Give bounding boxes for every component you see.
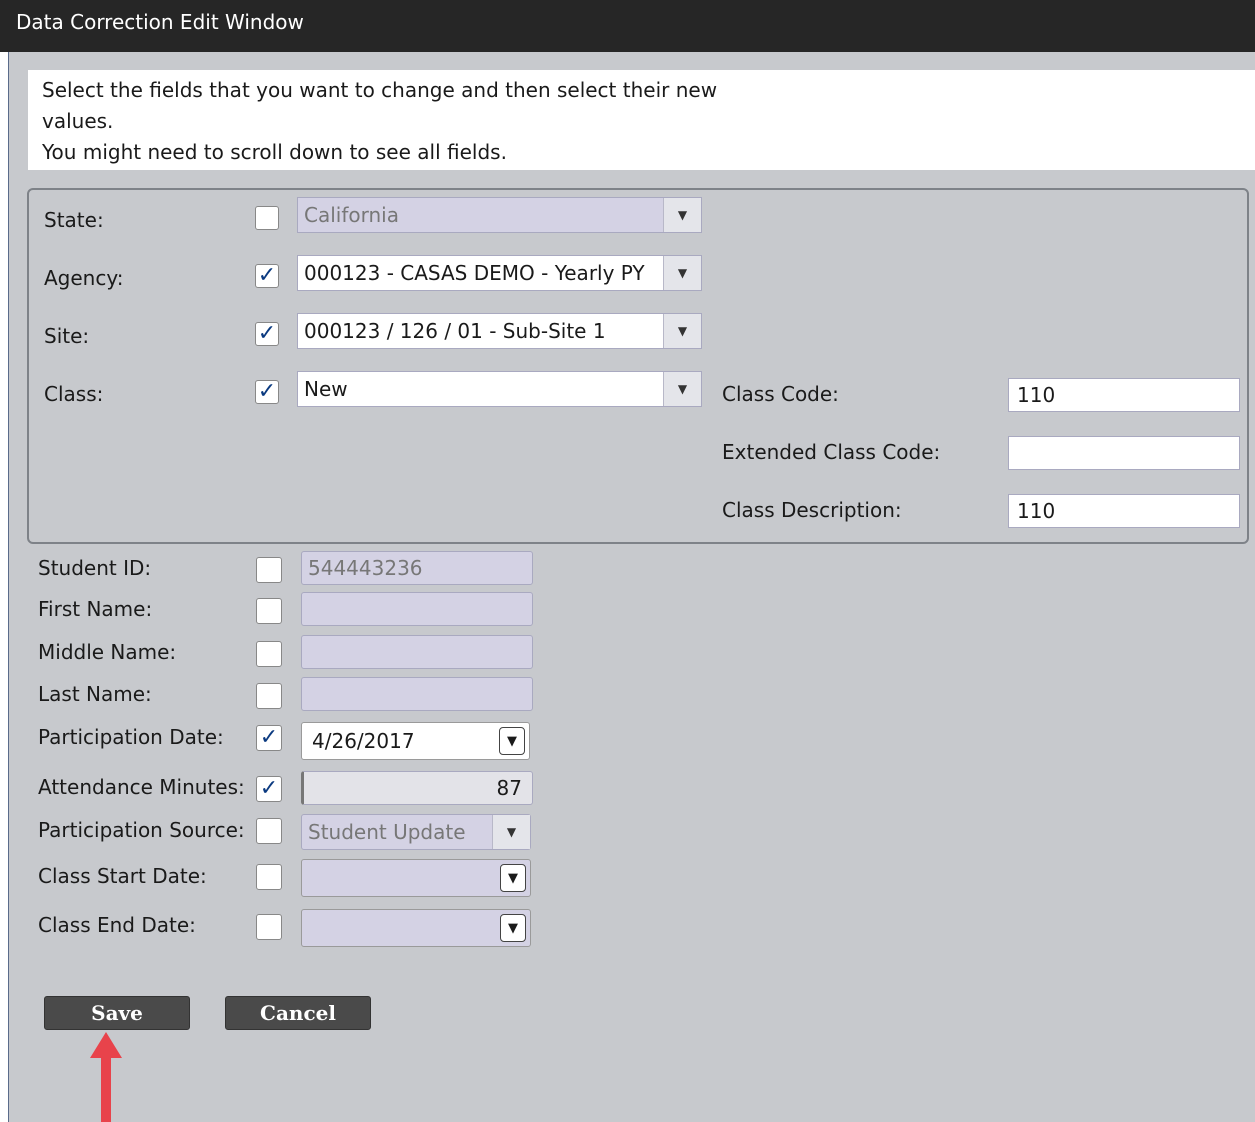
- class-end-date-label: Class End Date:: [38, 913, 196, 937]
- cancel-button[interactable]: Cancel: [225, 996, 371, 1030]
- class-checkbox[interactable]: ✓: [255, 378, 279, 404]
- state-value: California: [304, 203, 399, 227]
- participation-source-dropdown[interactable]: Student Update ▼: [301, 814, 531, 850]
- class-end-date-checkbox[interactable]: [256, 914, 282, 940]
- last-name-label: Last Name:: [38, 682, 152, 706]
- class-start-date-label: Class Start Date:: [38, 864, 207, 888]
- participation-source-value: Student Update: [308, 820, 466, 844]
- student-id-label: Student ID:: [38, 556, 152, 580]
- calendar-dropdown-icon[interactable]: ▼: [499, 727, 525, 755]
- site-checkbox[interactable]: ✓: [255, 320, 279, 346]
- instructions-line-3: You might need to scroll down to see all…: [42, 140, 507, 164]
- first-name-label: First Name:: [38, 597, 153, 621]
- chevron-down-icon[interactable]: ▼: [663, 198, 701, 232]
- window-title: Data Correction Edit Window: [16, 10, 304, 34]
- student-id-input[interactable]: 544443236: [301, 551, 533, 585]
- class-group-box: [27, 188, 1249, 544]
- class-end-date-picker[interactable]: ▼: [301, 909, 531, 947]
- site-dropdown[interactable]: 000123 / 126 / 01 - Sub-Site 1 ▼: [297, 313, 702, 349]
- site-value: 000123 / 126 / 01 - Sub-Site 1: [304, 319, 606, 343]
- first-name-input[interactable]: [301, 592, 533, 626]
- chevron-down-icon[interactable]: ▼: [492, 815, 530, 849]
- class-dropdown[interactable]: New ▼: [297, 371, 702, 407]
- chevron-down-icon[interactable]: ▼: [663, 372, 701, 406]
- extended-class-code-input[interactable]: [1008, 436, 1240, 470]
- class-value: New: [304, 377, 348, 401]
- window-titlebar: Data Correction Edit Window: [0, 0, 1255, 52]
- agency-dropdown[interactable]: 000123 - CASAS DEMO - Yearly PY ▼: [297, 255, 702, 291]
- middle-name-checkbox[interactable]: [256, 641, 282, 667]
- check-icon: ✓: [259, 724, 279, 750]
- agency-label: Agency:: [44, 266, 124, 290]
- student-id-checkbox[interactable]: [256, 557, 282, 583]
- last-name-input[interactable]: [301, 677, 533, 711]
- state-label: State:: [44, 208, 104, 232]
- check-icon: ✓: [257, 262, 277, 288]
- attendance-minutes-input[interactable]: 87: [301, 771, 533, 805]
- check-icon: ✓: [257, 378, 277, 404]
- middle-name-input[interactable]: [301, 635, 533, 669]
- class-start-date-checkbox[interactable]: [256, 864, 282, 890]
- state-checkbox[interactable]: [255, 206, 279, 230]
- attendance-minutes-label: Attendance Minutes:: [38, 775, 245, 799]
- calendar-dropdown-icon[interactable]: ▼: [500, 864, 526, 892]
- last-name-checkbox[interactable]: [256, 683, 282, 709]
- class-label: Class:: [44, 382, 104, 406]
- class-start-date-picker[interactable]: ▼: [301, 859, 531, 897]
- save-button[interactable]: Save: [44, 996, 190, 1030]
- participation-date-checkbox[interactable]: ✓: [256, 725, 282, 751]
- check-icon: ✓: [259, 775, 279, 801]
- participation-source-checkbox[interactable]: [256, 818, 282, 844]
- participation-source-label: Participation Source:: [38, 818, 245, 842]
- chevron-down-icon[interactable]: ▼: [663, 256, 701, 290]
- instructions-line-2: values.: [42, 109, 114, 133]
- agency-value: 000123 - CASAS DEMO - Yearly PY: [304, 261, 645, 285]
- participation-date-label: Participation Date:: [38, 725, 224, 749]
- calendar-dropdown-icon[interactable]: ▼: [500, 914, 526, 942]
- red-arrow-annotation-icon: [90, 1032, 122, 1122]
- instructions-line-1: Select the fields that you want to chang…: [42, 78, 718, 102]
- instructions-panel: Select the fields that you want to chang…: [28, 70, 1255, 170]
- class-code-label: Class Code:: [722, 382, 839, 406]
- attendance-minutes-checkbox[interactable]: ✓: [256, 776, 282, 802]
- first-name-checkbox[interactable]: [256, 598, 282, 624]
- participation-date-picker[interactable]: 4/26/2017 ▼: [301, 722, 530, 760]
- state-dropdown[interactable]: California ▼: [297, 197, 702, 233]
- class-code-input[interactable]: 110: [1008, 378, 1240, 412]
- site-label: Site:: [44, 324, 90, 348]
- participation-date-value: 4/26/2017: [312, 729, 415, 753]
- class-description-label: Class Description:: [722, 498, 902, 522]
- middle-name-label: Middle Name:: [38, 640, 177, 664]
- chevron-down-icon[interactable]: ▼: [663, 314, 701, 348]
- agency-checkbox[interactable]: ✓: [255, 262, 279, 288]
- extended-class-code-label: Extended Class Code:: [722, 440, 941, 464]
- class-description-input[interactable]: 110: [1008, 494, 1240, 528]
- check-icon: ✓: [257, 320, 277, 346]
